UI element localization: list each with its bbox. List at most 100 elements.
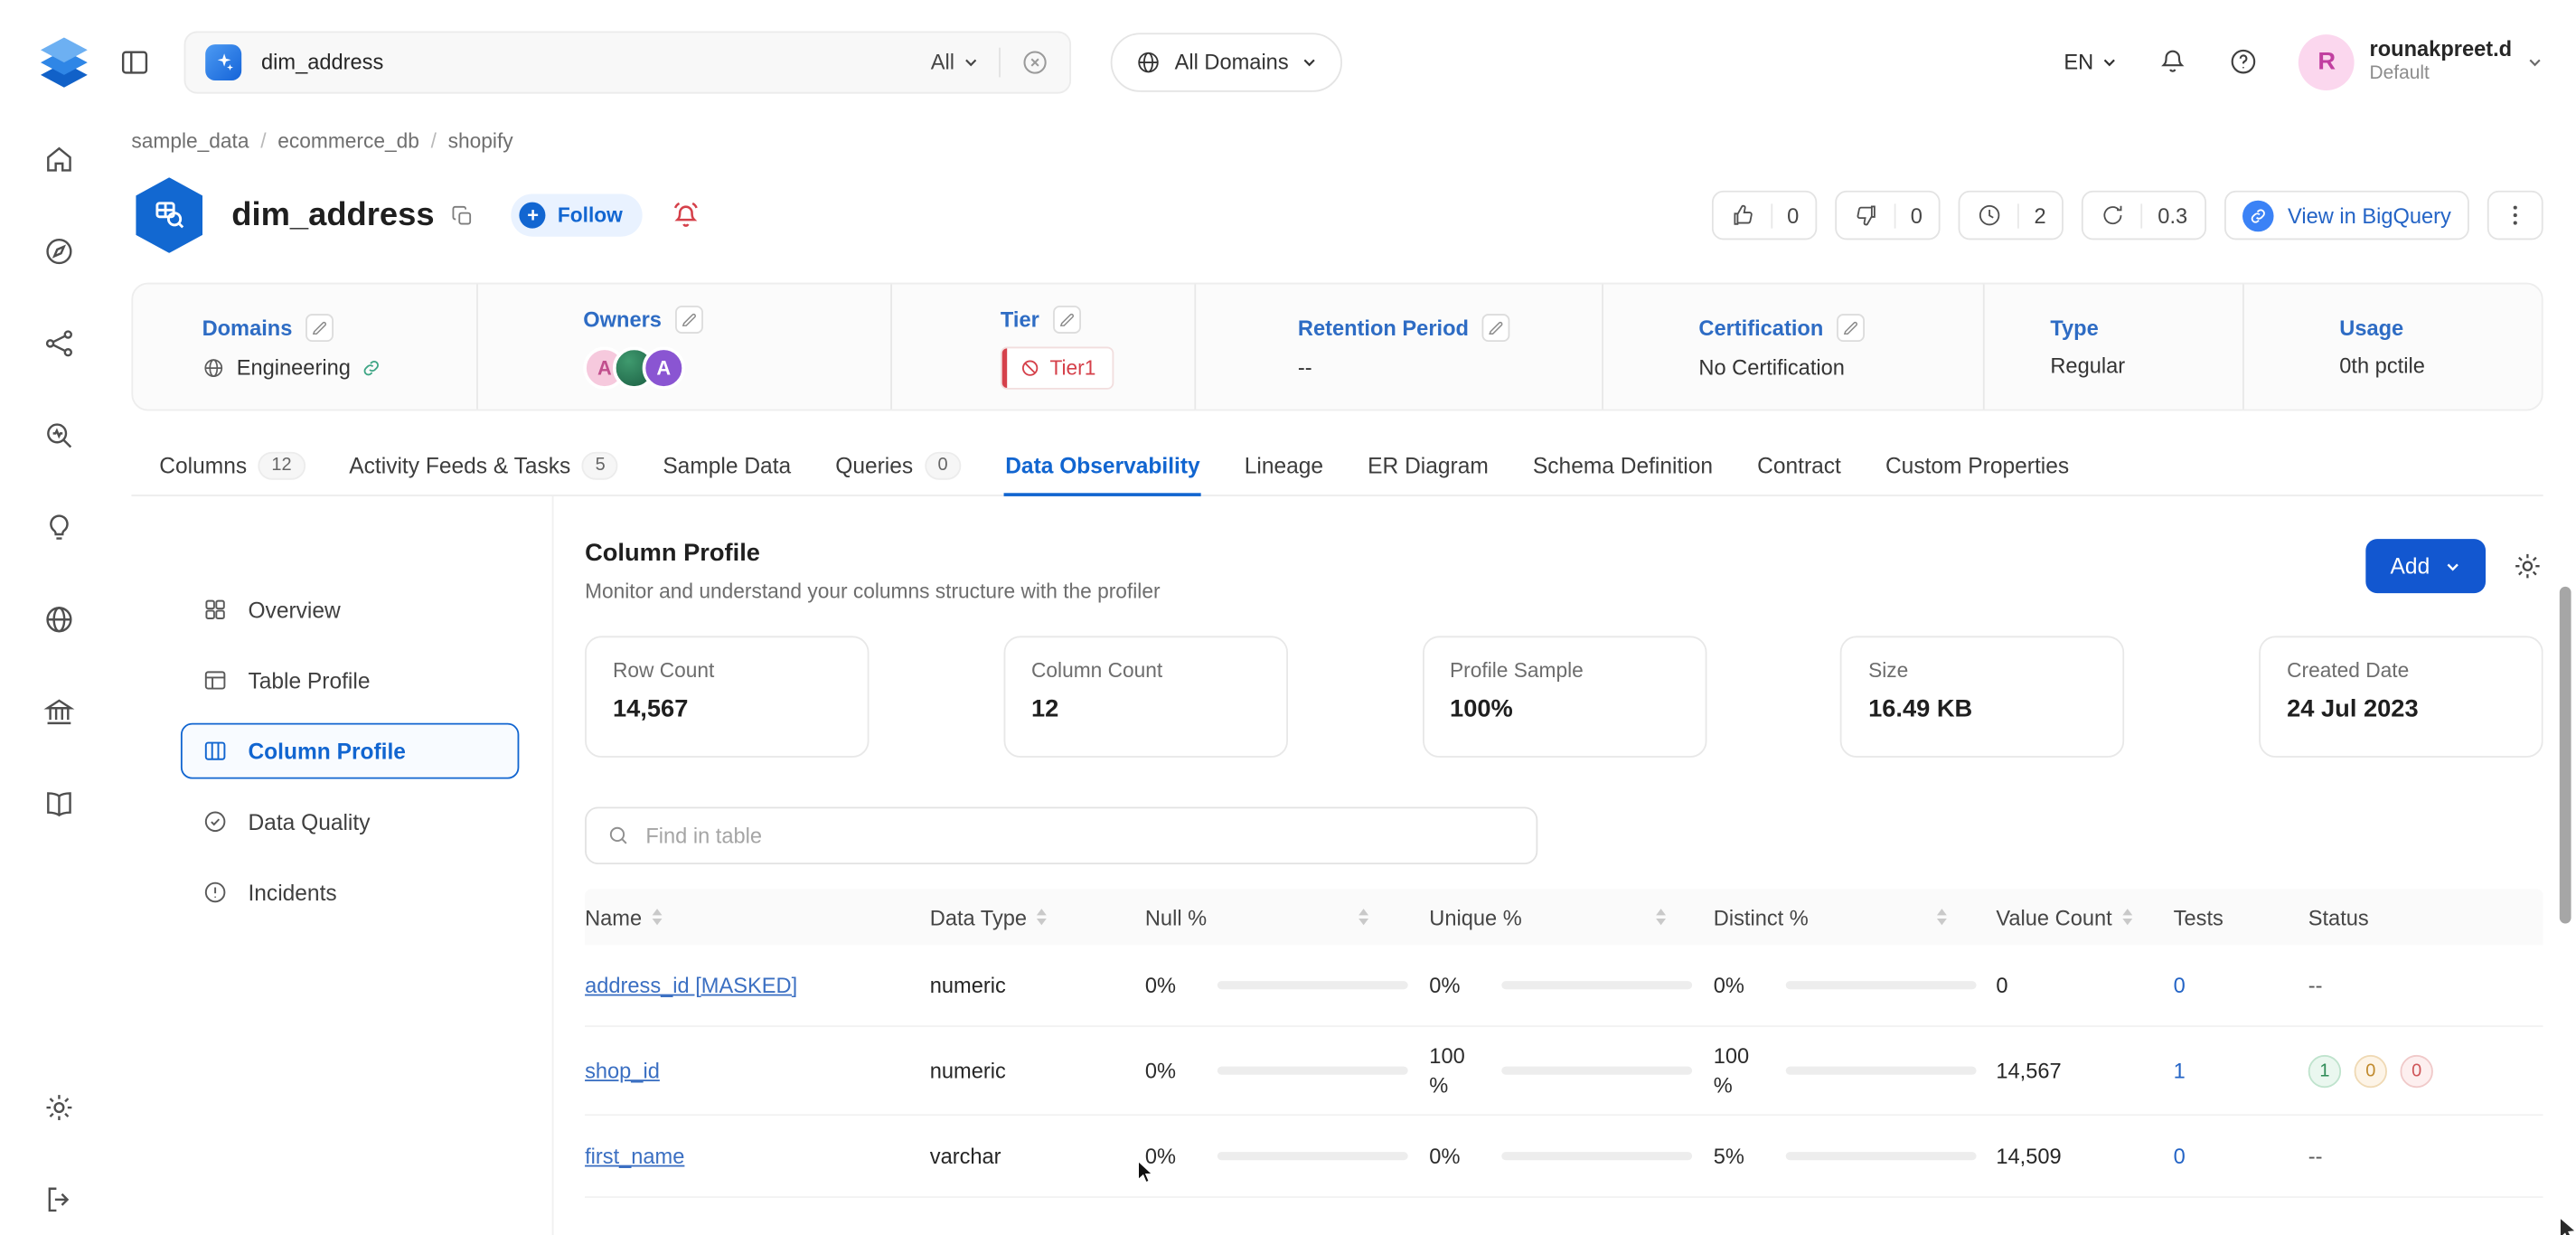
column-header-tests[interactable]: Tests — [2174, 905, 2308, 929]
tab-data-observability[interactable]: Data Observability — [1003, 444, 1201, 496]
tab-activity-feeds[interactable]: Activity Feeds & Tasks 5 — [347, 444, 620, 495]
edit-pencil-icon[interactable] — [306, 314, 334, 342]
add-button[interactable]: Add — [2365, 539, 2486, 593]
tab-columns[interactable]: Columns 12 — [157, 444, 306, 495]
subnav-incidents[interactable]: Incidents — [181, 864, 519, 920]
global-search[interactable]: All — [184, 31, 1072, 93]
refresh-score-button[interactable]: 0.3 — [2082, 191, 2205, 240]
subnav-column-profile[interactable]: Column Profile — [181, 723, 519, 779]
certification-value: No Certification — [1698, 355, 1845, 380]
thumbs-up-icon — [1729, 203, 1755, 229]
breadcrumb-separator: / — [431, 130, 437, 153]
test-status-badges: 1 0 0 — [2308, 1054, 2530, 1087]
status-failed-badge[interactable]: 0 — [2401, 1054, 2433, 1087]
downvote-button[interactable]: 0 — [1835, 191, 1941, 240]
downvote-count: 0 — [1911, 203, 1923, 227]
tab-sample-data[interactable]: Sample Data — [661, 444, 792, 495]
search-scope-dropdown[interactable]: All — [931, 50, 980, 74]
panel-titles: Column Profile Monitor and understand yo… — [585, 539, 1160, 603]
scrollbar-thumb[interactable] — [2560, 587, 2571, 924]
subnav-data-quality[interactable]: Data Quality — [181, 794, 519, 850]
subnav-table-profile[interactable]: Table Profile — [181, 653, 519, 709]
notifications-bell-icon[interactable] — [2158, 46, 2189, 78]
certification-label: Certification — [1698, 316, 1823, 340]
column-header-value-count[interactable]: Value Count — [1996, 905, 2173, 929]
copy-name-icon[interactable] — [451, 203, 475, 227]
follow-button[interactable]: + Follow — [512, 193, 643, 236]
edit-pencil-icon[interactable] — [1052, 305, 1080, 333]
tab-label: Contract — [1757, 454, 1841, 478]
subnav-overview[interactable]: Overview — [181, 581, 519, 637]
find-in-table[interactable] — [585, 806, 1537, 864]
nav-explore-icon[interactable] — [42, 235, 75, 268]
nav-observability-icon[interactable] — [42, 419, 75, 451]
edit-pencil-icon[interactable] — [1837, 314, 1865, 342]
data-type-value: numeric — [930, 1059, 1145, 1083]
column-header-status[interactable]: Status — [2308, 905, 2543, 929]
user-menu[interactable]: R rounakpreet.d Default — [2299, 33, 2543, 90]
search-input[interactable] — [261, 50, 911, 74]
more-actions-button[interactable] — [2487, 191, 2543, 240]
version-history-button[interactable]: 2 — [1959, 191, 2064, 240]
tab-contract[interactable]: Contract — [1755, 444, 1842, 495]
user-team: Default — [2370, 63, 2513, 87]
clear-search-icon[interactable] — [1020, 47, 1050, 77]
nav-govern-icon[interactable] — [42, 695, 75, 728]
find-in-table-input[interactable] — [645, 824, 1516, 848]
stat-card-size: Size 16.49 KB — [1840, 636, 2124, 758]
column-header-data-type[interactable]: Data Type — [930, 905, 1145, 929]
column-header-null-pct[interactable]: Null % — [1145, 905, 1429, 929]
breadcrumb-item[interactable]: sample_data — [131, 130, 249, 153]
retention-label: Retention Period — [1298, 316, 1469, 340]
tab-queries[interactable]: Queries 0 — [833, 444, 963, 495]
profiler-settings-gear-icon[interactable] — [2512, 551, 2543, 582]
tab-er-diagram[interactable]: ER Diagram — [1366, 444, 1490, 495]
nav-insights-icon[interactable] — [42, 511, 75, 543]
app-logo[interactable] — [33, 31, 95, 93]
announcement-alarm-icon[interactable] — [669, 198, 703, 232]
column-name-link[interactable]: shop_id — [585, 1059, 660, 1083]
sort-icon — [1657, 909, 1667, 925]
metadata-domains: Domains Engineering — [133, 284, 476, 409]
unique-progress-bar — [1501, 1067, 1692, 1075]
all-domains-dropdown[interactable]: All Domains — [1111, 32, 1343, 90]
tests-link[interactable]: 0 — [2174, 1144, 2186, 1168]
column-name-link[interactable]: first_name — [585, 1144, 684, 1168]
tab-label: Sample Data — [663, 454, 791, 478]
nav-settings-gear-icon[interactable] — [42, 1091, 75, 1124]
column-name-link[interactable]: address_id [MASKED] — [585, 973, 797, 997]
stat-card-row-count: Row Count 14,567 — [585, 636, 869, 758]
nav-lineage-graph-icon[interactable] — [42, 327, 75, 360]
nav-logout-icon[interactable] — [42, 1183, 75, 1216]
metadata-type: Type Regular — [1983, 284, 2242, 409]
column-header-name[interactable]: Name — [585, 905, 930, 929]
tab-schema-definition[interactable]: Schema Definition — [1531, 444, 1715, 495]
owner-avatar[interactable]: A — [643, 346, 685, 389]
upvote-button[interactable]: 0 — [1711, 191, 1817, 240]
tests-link[interactable]: 0 — [2174, 973, 2186, 997]
ai-sparkle-icon[interactable] — [205, 43, 241, 80]
nav-home-icon[interactable] — [42, 143, 75, 175]
divider — [999, 47, 1001, 77]
column-header-unique-pct[interactable]: Unique % — [1429, 905, 1713, 929]
domain-value[interactable]: Engineering — [237, 355, 351, 380]
status-success-badge[interactable]: 1 — [2308, 1054, 2341, 1087]
tier-badge[interactable]: Tier1 — [1001, 346, 1114, 389]
nav-glossary-icon[interactable] — [42, 787, 75, 820]
breadcrumb-item[interactable]: shopify — [448, 130, 513, 153]
breadcrumb-item[interactable]: ecommerce_db — [277, 130, 419, 153]
edit-pencil-icon[interactable] — [674, 305, 702, 333]
sidebar-toggle-icon[interactable] — [118, 45, 151, 78]
view-in-bigquery-button[interactable]: View in BigQuery — [2223, 191, 2469, 240]
help-icon[interactable] — [2228, 46, 2260, 78]
status-aborted-badge[interactable]: 0 — [2355, 1054, 2387, 1087]
tab-lineage[interactable]: Lineage — [1243, 444, 1325, 495]
null-progress-bar — [1217, 1067, 1408, 1075]
edit-pencil-icon[interactable] — [1482, 314, 1510, 342]
nav-domains-icon[interactable] — [42, 603, 75, 636]
column-header-distinct-pct[interactable]: Distinct % — [1714, 905, 1997, 929]
tab-custom-properties[interactable]: Custom Properties — [1884, 444, 2071, 495]
tests-link[interactable]: 1 — [2174, 1059, 2186, 1083]
value-count: 14,567 — [1996, 1059, 2173, 1083]
language-dropdown[interactable]: EN — [2064, 50, 2118, 74]
